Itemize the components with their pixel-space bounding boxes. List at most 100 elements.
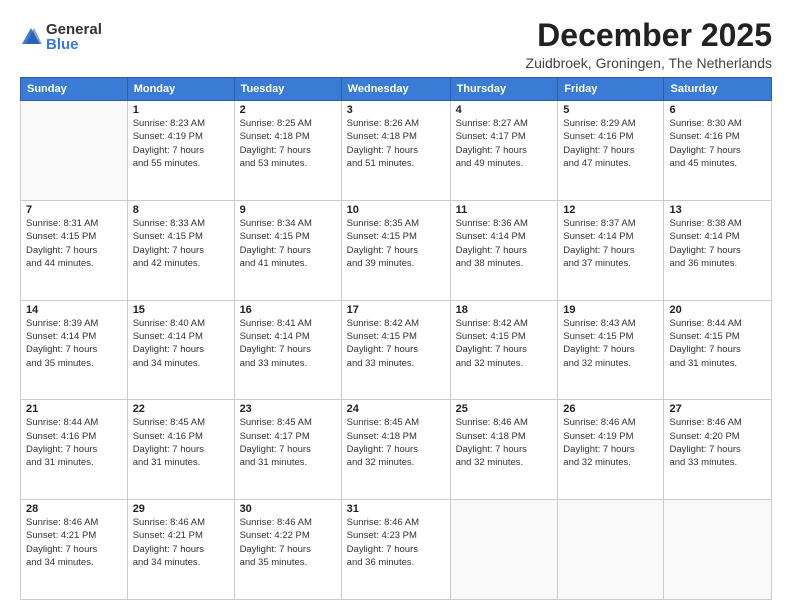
day-number: 8 [133, 204, 229, 216]
day-info: and 34 minutes. [133, 357, 229, 370]
logo-text: General Blue [46, 22, 102, 52]
day-number: 15 [133, 304, 229, 316]
table-row: 7Sunrise: 8:31 AMSunset: 4:15 PMDaylight… [21, 200, 128, 300]
day-info: Sunset: 4:14 PM [456, 230, 553, 243]
day-info: Sunrise: 8:38 AM [669, 217, 766, 230]
day-info: Daylight: 7 hours [133, 343, 229, 356]
table-row: 4Sunrise: 8:27 AMSunset: 4:17 PMDaylight… [450, 101, 558, 201]
day-info: Daylight: 7 hours [347, 244, 445, 257]
day-info: and 32 minutes. [563, 357, 658, 370]
col-saturday: Saturday [664, 78, 772, 101]
day-info: Sunset: 4:15 PM [240, 230, 336, 243]
day-info: Sunrise: 8:46 AM [26, 516, 122, 529]
header: General Blue December 2025 Zuidbroek, Gr… [20, 18, 772, 71]
page: General Blue December 2025 Zuidbroek, Gr… [0, 0, 792, 612]
day-number: 22 [133, 403, 229, 415]
day-info: Daylight: 7 hours [133, 244, 229, 257]
table-row: 1Sunrise: 8:23 AMSunset: 4:19 PMDaylight… [127, 101, 234, 201]
col-sunday: Sunday [21, 78, 128, 101]
day-info: Sunrise: 8:45 AM [133, 416, 229, 429]
table-row: 8Sunrise: 8:33 AMSunset: 4:15 PMDaylight… [127, 200, 234, 300]
logo: General Blue [20, 22, 102, 52]
table-row: 6Sunrise: 8:30 AMSunset: 4:16 PMDaylight… [664, 101, 772, 201]
day-info: Sunrise: 8:29 AM [563, 117, 658, 130]
day-info: Sunset: 4:16 PM [563, 130, 658, 143]
table-row: 2Sunrise: 8:25 AMSunset: 4:18 PMDaylight… [234, 101, 341, 201]
table-row: 19Sunrise: 8:43 AMSunset: 4:15 PMDayligh… [558, 300, 664, 400]
day-number: 10 [347, 204, 445, 216]
day-number: 1 [133, 104, 229, 116]
calendar-week-row: 28Sunrise: 8:46 AMSunset: 4:21 PMDayligh… [21, 500, 772, 600]
day-info: Daylight: 7 hours [563, 443, 658, 456]
day-info: Sunrise: 8:46 AM [133, 516, 229, 529]
day-number: 6 [669, 104, 766, 116]
title-block: December 2025 Zuidbroek, Groningen, The … [526, 18, 772, 71]
day-number: 27 [669, 403, 766, 415]
day-info: Daylight: 7 hours [563, 144, 658, 157]
day-info: and 31 minutes. [26, 456, 122, 469]
day-number: 12 [563, 204, 658, 216]
day-number: 20 [669, 304, 766, 316]
table-row: 13Sunrise: 8:38 AMSunset: 4:14 PMDayligh… [664, 200, 772, 300]
day-info: Daylight: 7 hours [240, 244, 336, 257]
day-info: Sunset: 4:21 PM [133, 529, 229, 542]
day-number: 7 [26, 204, 122, 216]
day-info: Sunrise: 8:46 AM [347, 516, 445, 529]
table-row: 27Sunrise: 8:46 AMSunset: 4:20 PMDayligh… [664, 400, 772, 500]
day-info: Sunrise: 8:23 AM [133, 117, 229, 130]
logo-icon [20, 26, 42, 48]
day-info: Sunrise: 8:34 AM [240, 217, 336, 230]
table-row: 26Sunrise: 8:46 AMSunset: 4:19 PMDayligh… [558, 400, 664, 500]
day-number: 29 [133, 503, 229, 515]
day-info: Daylight: 7 hours [347, 443, 445, 456]
table-row: 3Sunrise: 8:26 AMSunset: 4:18 PMDaylight… [341, 101, 450, 201]
day-info: Sunset: 4:22 PM [240, 529, 336, 542]
day-info: Sunrise: 8:45 AM [240, 416, 336, 429]
day-info: Daylight: 7 hours [456, 144, 553, 157]
col-tuesday: Tuesday [234, 78, 341, 101]
day-number: 31 [347, 503, 445, 515]
day-info: Sunset: 4:15 PM [669, 330, 766, 343]
day-info: Sunset: 4:19 PM [133, 130, 229, 143]
day-info: Sunrise: 8:46 AM [669, 416, 766, 429]
table-row: 18Sunrise: 8:42 AMSunset: 4:15 PMDayligh… [450, 300, 558, 400]
day-info: Sunrise: 8:42 AM [456, 317, 553, 330]
calendar-week-row: 7Sunrise: 8:31 AMSunset: 4:15 PMDaylight… [21, 200, 772, 300]
table-row [21, 101, 128, 201]
day-info: Sunset: 4:15 PM [133, 230, 229, 243]
day-number: 3 [347, 104, 445, 116]
day-number: 24 [347, 403, 445, 415]
day-info: Sunset: 4:18 PM [240, 130, 336, 143]
day-info: Daylight: 7 hours [347, 144, 445, 157]
day-number: 13 [669, 204, 766, 216]
day-info: Sunset: 4:15 PM [456, 330, 553, 343]
day-info: Sunrise: 8:42 AM [347, 317, 445, 330]
day-info: and 34 minutes. [26, 556, 122, 569]
day-info: Sunrise: 8:46 AM [456, 416, 553, 429]
day-info: Sunrise: 8:39 AM [26, 317, 122, 330]
day-info: Sunrise: 8:37 AM [563, 217, 658, 230]
day-number: 18 [456, 304, 553, 316]
day-info: and 36 minutes. [347, 556, 445, 569]
day-number: 9 [240, 204, 336, 216]
table-row: 10Sunrise: 8:35 AMSunset: 4:15 PMDayligh… [341, 200, 450, 300]
day-info: Daylight: 7 hours [26, 443, 122, 456]
day-info: Sunrise: 8:43 AM [563, 317, 658, 330]
day-info: and 35 minutes. [26, 357, 122, 370]
day-info: Daylight: 7 hours [26, 343, 122, 356]
col-wednesday: Wednesday [341, 78, 450, 101]
calendar-table: Sunday Monday Tuesday Wednesday Thursday… [20, 77, 772, 600]
day-info: Daylight: 7 hours [240, 543, 336, 556]
day-number: 2 [240, 104, 336, 116]
day-number: 17 [347, 304, 445, 316]
day-info: Daylight: 7 hours [563, 343, 658, 356]
day-info: and 37 minutes. [563, 257, 658, 270]
table-row: 5Sunrise: 8:29 AMSunset: 4:16 PMDaylight… [558, 101, 664, 201]
calendar-week-row: 14Sunrise: 8:39 AMSunset: 4:14 PMDayligh… [21, 300, 772, 400]
day-info: Sunset: 4:15 PM [26, 230, 122, 243]
day-info: Sunrise: 8:46 AM [563, 416, 658, 429]
day-info: and 32 minutes. [347, 456, 445, 469]
day-info: Sunset: 4:16 PM [133, 430, 229, 443]
day-info: Sunrise: 8:44 AM [26, 416, 122, 429]
day-info: and 55 minutes. [133, 157, 229, 170]
